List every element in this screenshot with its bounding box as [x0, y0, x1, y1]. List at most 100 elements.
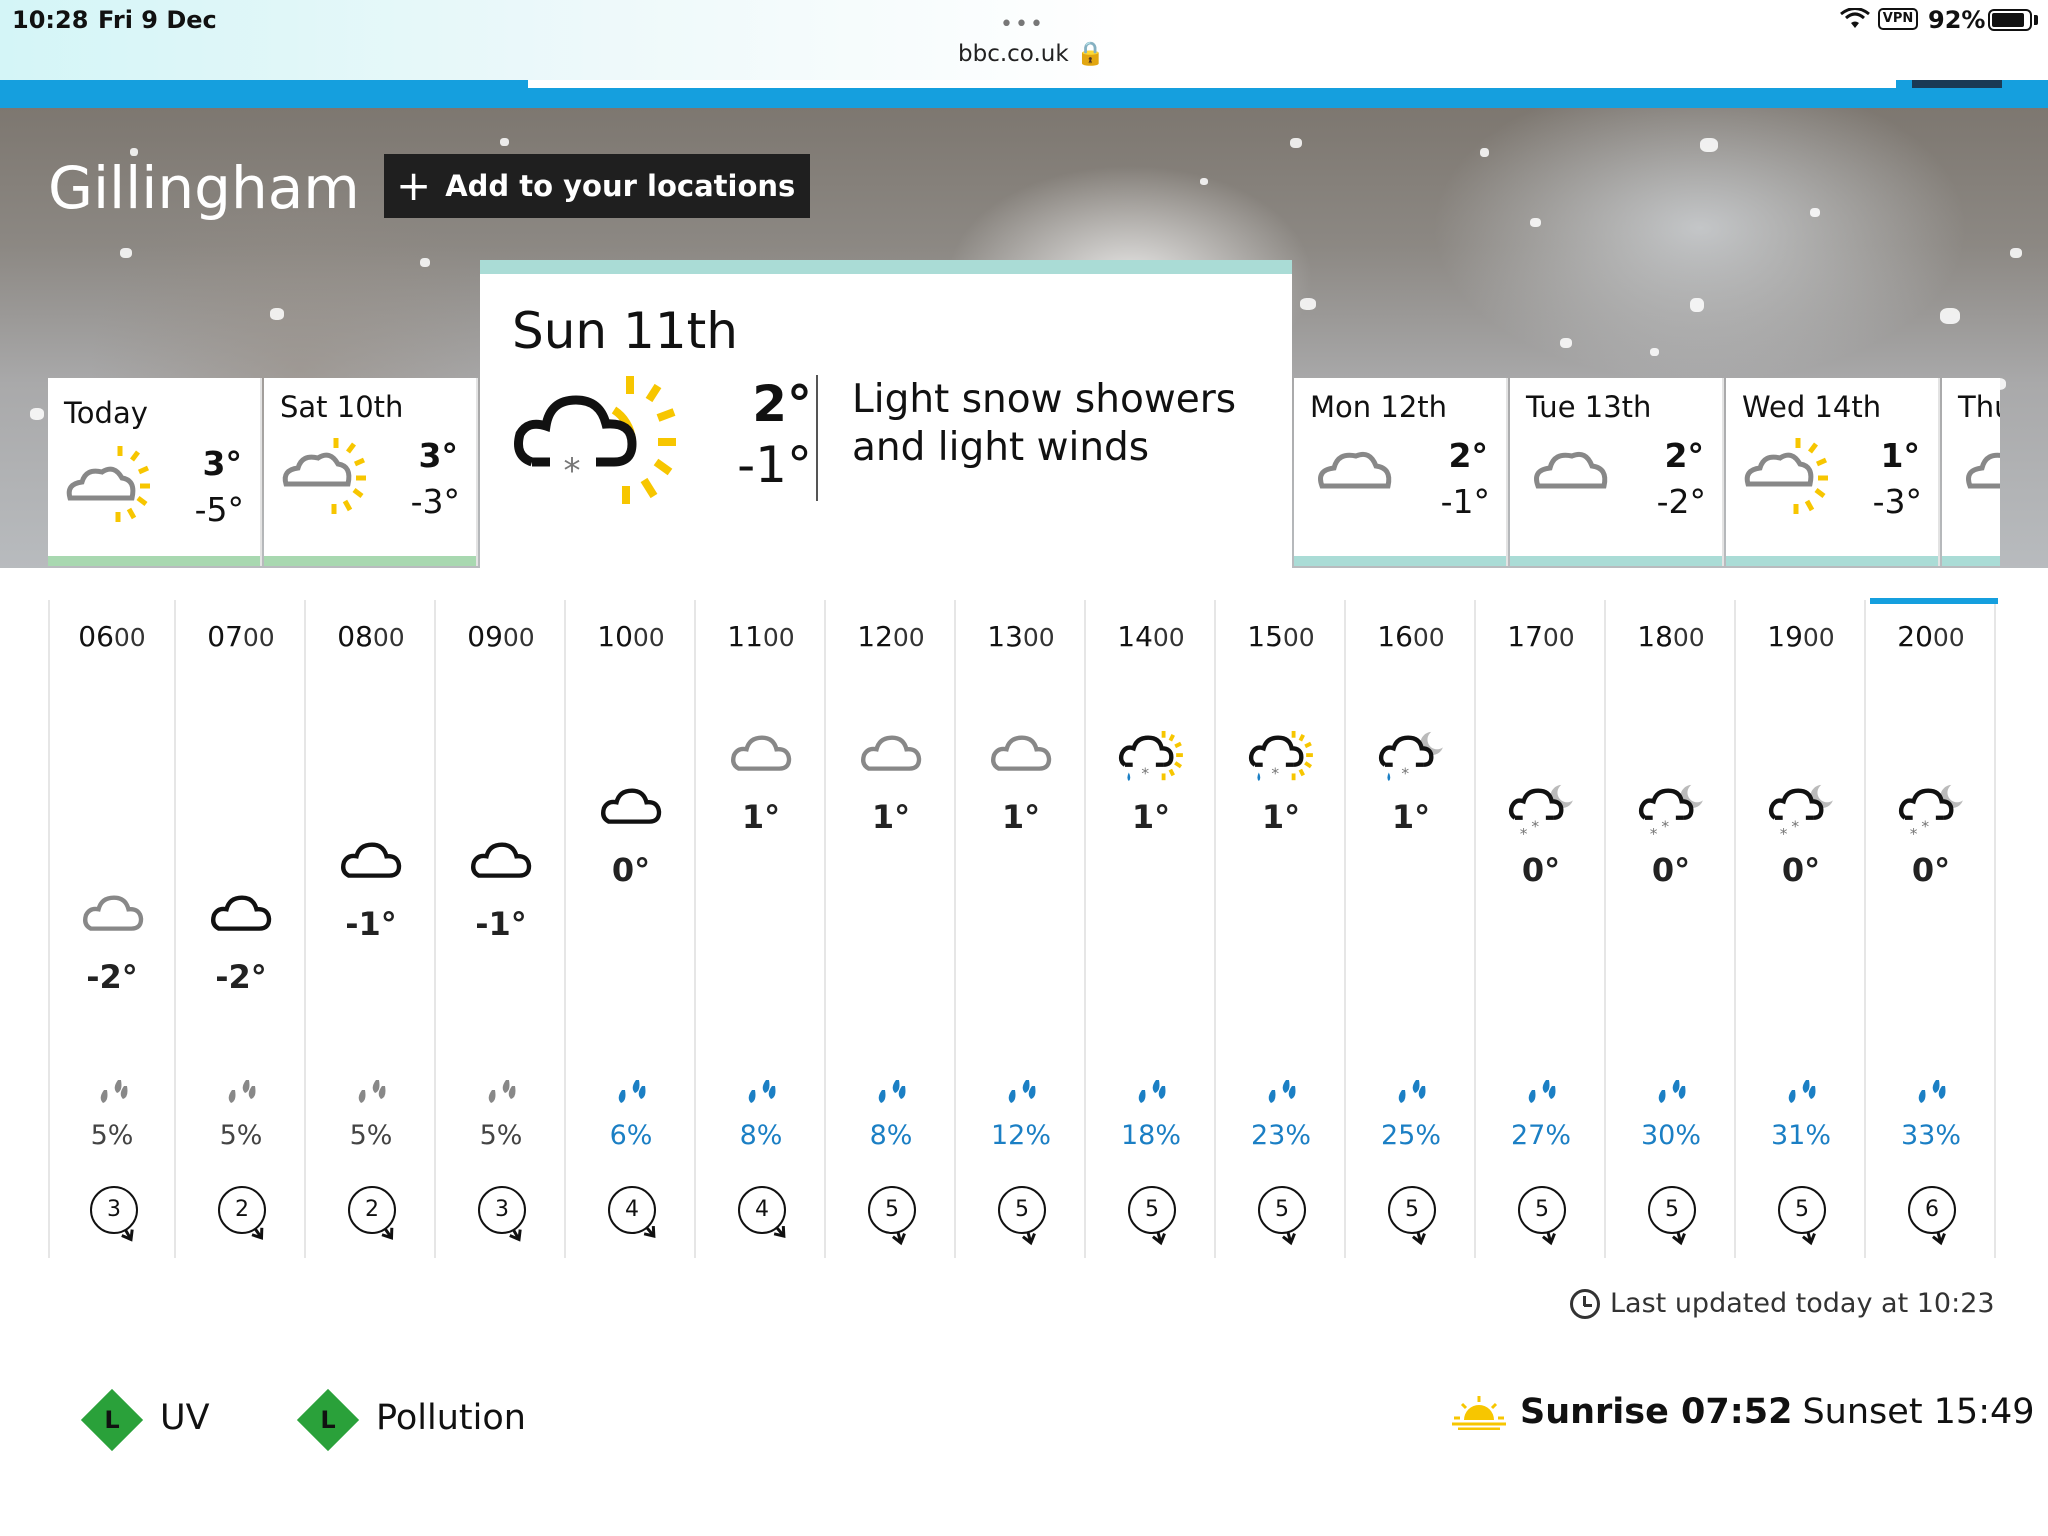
day-max-temp: 3°	[202, 444, 242, 483]
wind-speed-value: 3	[478, 1186, 526, 1234]
add-to-locations-button[interactable]: + Add to your locations	[384, 154, 810, 218]
hour-column[interactable]: 1900 * * 0° 31% 5	[1738, 600, 1866, 1258]
sunny-intervals-light-cloud-icon	[1744, 438, 1828, 514]
selected-day-panel[interactable]: Sun 11th * 2° -1° Light snow showers and…	[480, 260, 1292, 568]
precip-chance: 5%	[349, 1120, 393, 1151]
precip-chance: 25%	[1380, 1120, 1441, 1151]
precip-chance: 31%	[1770, 1120, 1831, 1151]
wind-speed-value: 5	[1128, 1186, 1176, 1234]
hour-column[interactable]: 1200 1° 8% 5	[828, 600, 956, 1258]
svg-text:*: *	[1661, 818, 1669, 836]
svg-text:*: *	[1271, 764, 1279, 782]
hour-temp: 1°	[1261, 798, 1301, 836]
uv-level-badge[interactable]: L	[80, 1388, 144, 1452]
day-min-temp: -5°	[194, 490, 244, 529]
wind-speed-value: 3	[90, 1186, 138, 1234]
hour-temp: -2°	[86, 958, 138, 996]
wind-speed-value: 2	[348, 1186, 396, 1234]
hour-column[interactable]: 1700 * * 0° 27% 5	[1478, 600, 1606, 1258]
wind-speed-value: 4	[608, 1186, 656, 1234]
lock-icon: 🔒	[1076, 41, 1105, 67]
selected-day-min-temp: -1°	[737, 436, 812, 494]
pollution-label[interactable]: Pollution	[376, 1398, 526, 1438]
day-name: Mon 12th	[1310, 390, 1448, 424]
hour-column[interactable]: 1400 * 1° 18% 5	[1088, 600, 1216, 1258]
hour-column[interactable]: 1600 * 1° 25% 5	[1348, 600, 1476, 1258]
day-name: Sat 10th	[280, 390, 404, 424]
day-bar	[1942, 556, 2000, 566]
hour-column[interactable]: 0900 -1° 5% 3	[438, 600, 566, 1258]
wind-speed: 5	[998, 1186, 1054, 1250]
day-max-temp: 2°	[1448, 436, 1488, 475]
hour-column[interactable]: 1300 1° 12% 5	[958, 600, 1086, 1258]
pollution-level-badge[interactable]: L	[296, 1388, 360, 1452]
battery-percent: 92%	[1928, 6, 1986, 34]
sunny-intervals-icon	[66, 446, 150, 522]
light-cloud-icon	[731, 735, 792, 771]
hour-column[interactable]: 0800 -1° 5% 2	[308, 600, 436, 1258]
hour-column[interactable]: 0600 -2° 5% 3	[48, 600, 176, 1258]
day-min-temp: -3°	[410, 482, 460, 521]
sleet-shower-day-icon: *	[1118, 730, 1183, 782]
wind-speed-value: 5	[1648, 1186, 1696, 1234]
hour-column[interactable]: 1800 * * 0° 30% 5	[1608, 600, 1736, 1258]
uv-label[interactable]: UV	[160, 1398, 210, 1438]
precipitation-drops-icon	[878, 1080, 906, 1103]
precipitation-drops-icon	[1008, 1080, 1036, 1103]
day-tab-today[interactable]: Today 3° -5°	[48, 378, 262, 566]
wind-speed: 6	[1908, 1186, 1964, 1250]
wind-speed-value: 6	[1908, 1186, 1956, 1234]
hour-temp: -2°	[215, 958, 267, 996]
battery-icon	[1988, 9, 2032, 31]
hour-time: 1400	[1117, 620, 1185, 653]
day-tab-wed[interactable]: Wed 14th 1° -3°	[1726, 378, 1940, 566]
location-name: Gillingham	[48, 154, 360, 222]
status-time: 10:28	[12, 6, 89, 34]
hour-time: 0600	[78, 620, 146, 653]
precipitation-drops-icon	[488, 1080, 516, 1103]
day-tab-sat[interactable]: Sat 10th 3° -3°	[264, 378, 478, 566]
wind-speed-value: 2	[218, 1186, 266, 1234]
last-updated-text: Last updated today at 10:23	[1610, 1288, 1995, 1319]
precipitation-drops-icon	[1528, 1080, 1556, 1103]
wind-speed: 5	[1518, 1186, 1574, 1250]
day-name: Wed 14th	[1742, 390, 1882, 424]
day-tab-mon[interactable]: Mon 12th 2° -1°	[1294, 378, 1508, 566]
wind-speed: 5	[868, 1186, 924, 1250]
sleet-shower-night-icon: *	[1378, 731, 1443, 782]
precipitation-drops-icon	[1918, 1080, 1946, 1103]
hour-column[interactable]: 2000 * * 0° 33% 6	[1868, 600, 1996, 1258]
hour-column[interactable]: 1000 0° 6% 4	[568, 600, 696, 1258]
address-bar-url[interactable]: bbc.co.uk 🔒	[958, 40, 1105, 67]
hour-temp: 0°	[1651, 851, 1691, 890]
browser-menu-dots[interactable]: •••	[1000, 12, 1045, 37]
wind-speed: 5	[1388, 1186, 1444, 1250]
day-name: Tue 13th	[1526, 390, 1652, 424]
hour-temp: 1°	[1131, 798, 1171, 836]
light-cloud-icon	[991, 735, 1052, 771]
svg-text:*: *	[1921, 818, 1929, 836]
hour-time: 2000	[1897, 620, 1965, 653]
add-to-locations-label: Add to your locations	[445, 169, 796, 203]
hour-column[interactable]: 1500 * 1° 23% 5	[1218, 600, 1346, 1258]
selected-day-description: Light snow showers and light winds	[852, 377, 1237, 470]
last-updated: Last updated today at 10:23	[1570, 1288, 1995, 1319]
wind-speed: 4	[608, 1186, 664, 1250]
day-bar	[48, 556, 260, 566]
precip-chance: 12%	[990, 1120, 1051, 1151]
current-hour-indicator	[1870, 598, 1998, 604]
hour-column[interactable]: 1100 1° 8% 4	[698, 600, 826, 1258]
status-date: Fri 9 Dec	[98, 6, 217, 34]
day-tab-thu[interactable]: Thu	[1942, 378, 2000, 566]
svg-text:*: *	[1910, 825, 1918, 839]
light-cloud-icon	[1534, 451, 1608, 489]
header-dark-block	[1912, 80, 2002, 88]
hour-column[interactable]: 0700 -2° 5% 2	[178, 600, 306, 1258]
precipitation-drops-icon	[618, 1080, 646, 1103]
svg-text:*: *	[1401, 764, 1409, 782]
day-tab-tue[interactable]: Tue 13th 2° -2°	[1510, 378, 1724, 566]
hour-time: 1000	[597, 620, 665, 653]
precip-chance: 6%	[609, 1120, 653, 1151]
light-cloud-icon	[1966, 452, 2000, 489]
hour-temp: 0°	[1521, 851, 1561, 890]
